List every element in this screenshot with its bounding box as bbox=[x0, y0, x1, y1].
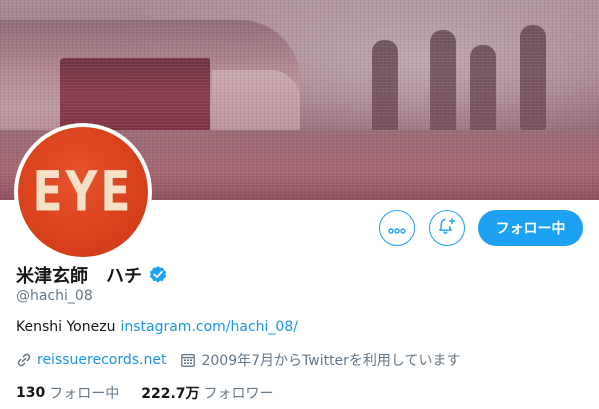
website-item: reissuerecords.net bbox=[16, 352, 166, 368]
profile-bio: Kenshi Yonezu instagram.com/hachi_08/ bbox=[16, 319, 298, 335]
followers-count: 222.7万 bbox=[141, 386, 200, 402]
followers-stat[interactable]: 222.7万 フォロワー bbox=[141, 383, 273, 403]
bio-link[interactable]: instagram.com/hachi_08/ bbox=[120, 319, 298, 335]
more-dots-icon bbox=[388, 219, 406, 238]
calendar-icon bbox=[180, 352, 196, 368]
avatar-image: EYE bbox=[18, 127, 148, 257]
notifications-button[interactable] bbox=[429, 210, 465, 246]
following-count: 130 bbox=[16, 385, 46, 401]
joined-date: 2009年7月からTwitterを利用しています bbox=[201, 353, 461, 369]
website-link[interactable]: reissuerecords.net bbox=[37, 352, 166, 368]
profile-name-row: 米津玄師 ハチ bbox=[16, 262, 168, 288]
avatar[interactable]: EYE bbox=[14, 123, 152, 261]
following-label: フォロー中 bbox=[49, 386, 120, 402]
display-name: 米津玄師 ハチ bbox=[16, 266, 142, 287]
verified-badge-icon bbox=[148, 265, 168, 285]
followers-label: フォロワー bbox=[203, 386, 274, 402]
link-icon bbox=[16, 352, 32, 368]
joined-item: 2009年7月からTwitterを利用しています bbox=[180, 350, 461, 370]
user-handle: @hachi_08 bbox=[16, 288, 93, 304]
following-stat[interactable]: 130 フォロー中 bbox=[16, 383, 119, 403]
following-button[interactable]: フォロー中 bbox=[478, 210, 583, 246]
profile-page: EYE フォロー中 米津玄師 ハチ @hachi_08 Kenshi Yonez… bbox=[0, 0, 599, 409]
more-options-button[interactable] bbox=[379, 210, 415, 246]
follow-stats: 130 フォロー中 222.7万 フォロワー bbox=[16, 383, 296, 403]
avatar-logo-text: EYE bbox=[32, 160, 134, 224]
bio-text: Kenshi Yonezu bbox=[16, 319, 116, 335]
bell-plus-icon bbox=[437, 216, 457, 240]
profile-meta: reissuerecords.net 2009年7月からTwitterを利用して… bbox=[16, 350, 475, 370]
